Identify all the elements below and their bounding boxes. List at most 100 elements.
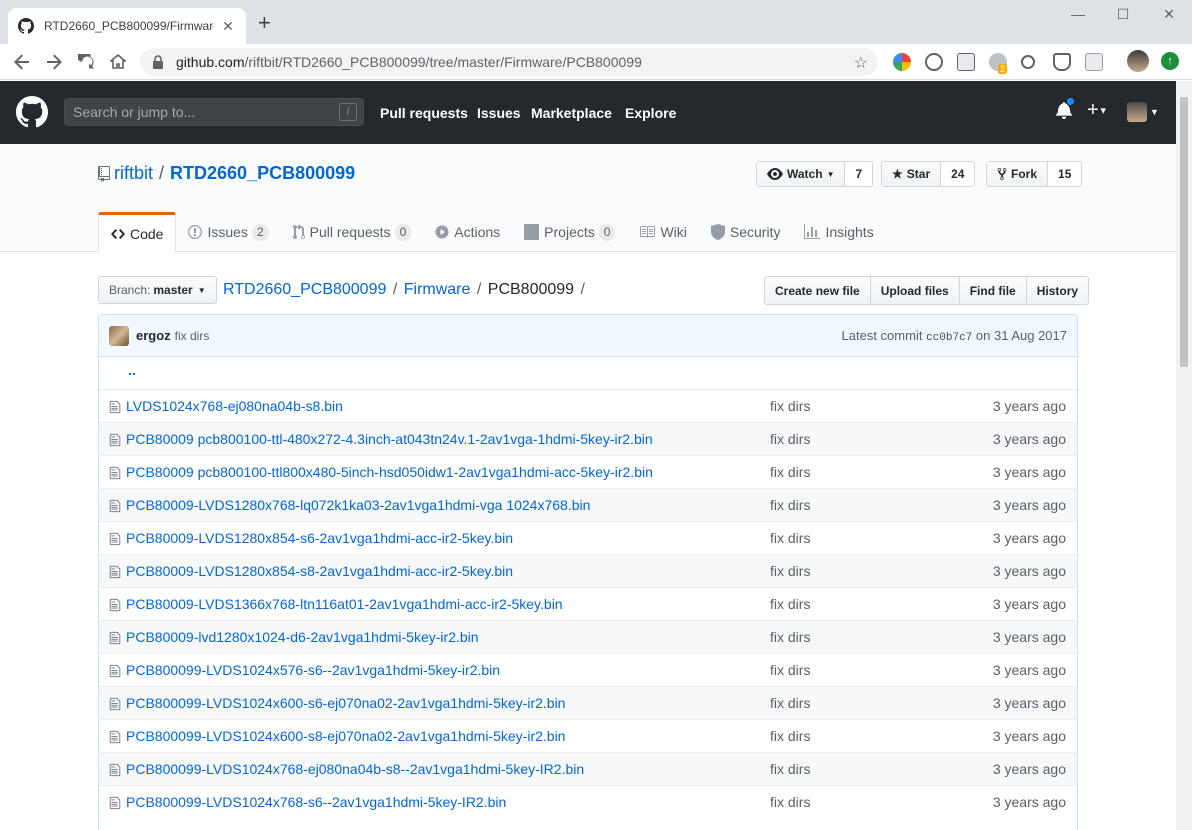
new-tab-icon[interactable]: + [258, 12, 271, 34]
tab-insights[interactable]: Insights [792, 212, 885, 252]
star-button[interactable]: ★ Star [882, 162, 942, 186]
branch-select-button[interactable]: Branch: master ▼ [98, 276, 217, 304]
update-arrow-icon[interactable]: ↑ [1161, 52, 1179, 70]
create-new-file-button[interactable]: Create new file [765, 277, 871, 304]
breadcrumb-folder-link[interactable]: Firmware [404, 281, 471, 298]
page-scrollbar[interactable] [1176, 81, 1192, 830]
file-commit-message[interactable]: fix dirs [770, 662, 810, 678]
file-commit-message[interactable]: fix dirs [770, 629, 810, 645]
document-extension-icon[interactable] [957, 53, 975, 71]
search-input[interactable]: Search or jump to... / [64, 98, 364, 126]
network-extension-icon[interactable] [1021, 55, 1035, 69]
file-commit-message[interactable]: fix dirs [770, 530, 810, 546]
scrollbar-thumb[interactable] [1180, 97, 1188, 367]
fork-button[interactable]: Fork [987, 162, 1049, 186]
forward-icon[interactable] [42, 50, 66, 74]
file-row[interactable]: PCB80009-LVDS1366x768-ltn116at01-2av1vga… [99, 587, 1077, 620]
nav-issues[interactable]: Issues [477, 105, 521, 121]
tab-issues[interactable]: Issues 2 [176, 212, 280, 252]
close-tab-icon[interactable]: ✕ [220, 18, 236, 35]
watch-count[interactable]: 7 [845, 162, 872, 186]
commit-message[interactable]: fix dirs [175, 329, 210, 343]
file-commit-message[interactable]: fix dirs [770, 431, 810, 447]
nav-pull-requests[interactable]: Pull requests [380, 105, 468, 121]
file-name-link[interactable]: PCB800099-LVDS1024x768-ej080na04b-s8--2a… [126, 761, 584, 777]
file-name-link[interactable]: PCB80009-LVDS1280x854-s8-2av1vga1hdmi-ac… [126, 563, 513, 579]
file-row[interactable]: PCB800099-LVDS1024x768-ej080na04b-s8--2a… [99, 752, 1077, 785]
repo-owner-link[interactable]: riftbit [114, 163, 153, 184]
star-count[interactable]: 24 [941, 162, 974, 186]
file-name-link[interactable]: PCB80009 pcb800100-ttl-480x272-4.3inch-a… [126, 431, 653, 447]
file-name-link[interactable]: PCB80009 pcb800100-ttl800x480-5inch-hsd0… [126, 464, 653, 480]
github-logo-icon[interactable] [16, 96, 49, 131]
file-row[interactable]: PCB80009-LVDS1280x854-s8-2av1vga1hdmi-ac… [99, 554, 1077, 587]
history-button[interactable]: History [1027, 277, 1088, 304]
parent-directory-row[interactable]: .. [99, 356, 1077, 389]
file-row[interactable]: PCB80009-lvd1280x1024-d6-2av1vga1hdmi-5k… [99, 620, 1077, 653]
file-commit-message[interactable]: fix dirs [770, 761, 810, 777]
file-name-link[interactable]: PCB800099-LVDS1024x600-s8-ej070na02-2av1… [126, 728, 565, 744]
file-row[interactable]: PCB80009 pcb800100-ttl-480x272-4.3inch-a… [99, 422, 1077, 455]
bookmark-star-icon[interactable]: ☆ [854, 53, 868, 73]
file-row[interactable]: PCB80009 pcb800100-ttl800x480-5inch-hsd0… [99, 455, 1077, 488]
file-commit-message[interactable]: fix dirs [770, 728, 810, 744]
commit-author-avatar[interactable] [109, 325, 129, 346]
home-icon[interactable] [106, 50, 130, 74]
file-row[interactable]: LVDS1024x768-ej080na04b-s8.bin fix dirs 3 … [99, 389, 1077, 422]
minimize-icon[interactable]: — [1068, 6, 1088, 22]
file-row[interactable]: PCB80009-LVDS1280x854-s6-2av1vga1hdmi-ac… [99, 521, 1077, 554]
file-commit-message[interactable]: fix dirs [770, 464, 810, 480]
back-icon[interactable] [10, 50, 34, 74]
find-file-button[interactable]: Find file [960, 277, 1027, 304]
lock-icon [152, 55, 166, 69]
file-name-link[interactable]: PCB80009-lvd1280x1024-d6-2av1vga1hdmi-5k… [126, 629, 479, 645]
commit-author[interactable]: ergoz [136, 328, 171, 343]
browser-tab[interactable]: RTD2660_PCB800099/Firmware/PCB800099 ✕ [8, 8, 246, 44]
tab-actions[interactable]: Actions [423, 212, 512, 252]
tab-security[interactable]: Security [699, 212, 793, 252]
profile-avatar[interactable] [1127, 50, 1149, 72]
color-extension-icon[interactable] [893, 53, 911, 71]
file-commit-message[interactable]: fix dirs [770, 596, 810, 612]
file-row[interactable]: PCB800099-LVDS1024x576-s6--2av1vga1hdmi-… [99, 653, 1077, 686]
file-commit-message[interactable]: fix dirs [770, 695, 810, 711]
breadcrumb-repo-link[interactable]: RTD2660_PCB800099 [223, 281, 386, 298]
file-row[interactable]: PCB80009-LVDS1280x768-lq072k1ka03-2av1vg… [99, 488, 1077, 521]
tab-pull-requests[interactable]: Pull requests 0 [281, 212, 424, 252]
file-row[interactable]: PCB800099-LVDS1024x600-s6-ej070na02-2av1… [99, 686, 1077, 719]
plus-dropdown-icon[interactable]: +▼ [1087, 100, 1108, 121]
file-name-link[interactable]: PCB800099-LVDS1024x576-s6--2av1vga1hdmi-… [126, 662, 500, 678]
tab-projects[interactable]: Projects 0 [512, 212, 627, 252]
file-name-link[interactable]: PCB80009-LVDS1280x768-lq072k1ka03-2av1vg… [126, 497, 590, 513]
shield-extension-icon[interactable] [1053, 53, 1071, 71]
watch-button[interactable]: Watch ▼ [757, 162, 846, 186]
tab-code[interactable]: Code [98, 212, 177, 253]
file-row[interactable]: PCB800099-LVDS1024x768-s6--2av1vga1hdmi-… [99, 785, 1077, 818]
address-bar[interactable]: github.com/riftbit/RTD2660_PCB800099/tre… [140, 48, 878, 76]
file-name-link[interactable]: PCB80009-LVDS1366x768-ltn116at01-2av1vga… [126, 596, 563, 612]
file-commit-message[interactable]: fix dirs [770, 794, 810, 810]
commit-sha-link[interactable]: cc0b7c7 [926, 332, 972, 344]
window-close-icon[interactable]: ✕ [1159, 6, 1179, 23]
file-row[interactable]: PCB800099-LVDS1024x600-s8-ej070na02-2av1… [99, 719, 1077, 752]
file-commit-message[interactable]: fix dirs [770, 563, 810, 579]
nav-explore[interactable]: Explore [625, 105, 676, 121]
file-name-link[interactable]: PCB80009-LVDS1280x854-s6-2av1vga1hdmi-ac… [126, 530, 513, 546]
fork-count[interactable]: 15 [1048, 162, 1081, 186]
nav-marketplace[interactable]: Marketplace [531, 105, 612, 121]
repo-name-link[interactable]: RTD2660_PCB800099 [170, 163, 355, 184]
reload-icon[interactable] [74, 50, 98, 74]
file-name-link[interactable]: LVDS1024x768-ej080na04b-s8.bin [126, 398, 343, 414]
tab-wiki[interactable]: Wiki [627, 212, 698, 252]
avatar-dropdown-caret-icon[interactable]: ▼ [1150, 107, 1159, 117]
file-commit-message[interactable]: fix dirs [770, 398, 810, 414]
user-avatar[interactable] [1127, 102, 1147, 122]
upload-files-button[interactable]: Upload files [871, 277, 960, 304]
file-name-link[interactable]: PCB800099-LVDS1024x600-s6-ej070na02-2av1… [126, 695, 565, 711]
sync-extension-icon[interactable] [925, 53, 943, 71]
file-commit-message[interactable]: fix dirs [770, 497, 810, 513]
maximize-icon[interactable]: ☐ [1113, 6, 1133, 23]
parent-directory-link[interactable]: .. [128, 362, 136, 378]
screen-extension-icon[interactable] [1085, 53, 1103, 71]
file-name-link[interactable]: PCB800099-LVDS1024x768-s6--2av1vga1hdmi-… [126, 794, 506, 810]
